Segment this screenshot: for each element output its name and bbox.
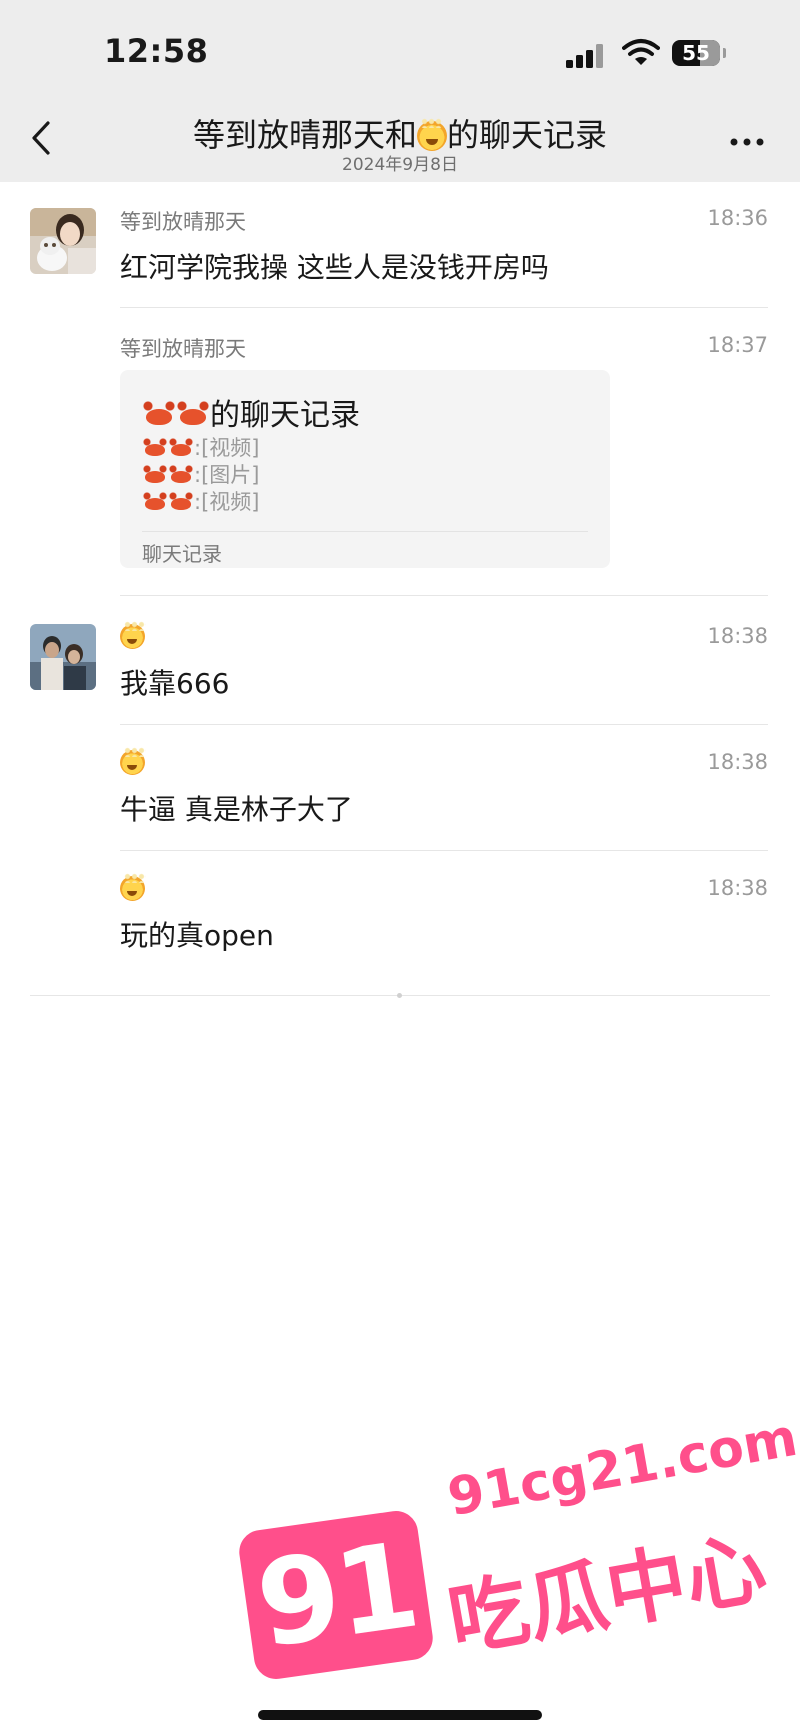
divider: [120, 850, 768, 851]
battery-level: 55: [682, 41, 710, 65]
title-suffix: 的聊天记录: [447, 116, 608, 154]
sender-name: [120, 873, 146, 901]
record-line-text: :[图片]: [194, 463, 260, 487]
divider: [120, 595, 768, 596]
record-title: 的聊天记录: [142, 390, 360, 434]
record-line: :[图片]: [142, 459, 259, 489]
watermark-name: 吃瓜中心: [441, 1520, 773, 1668]
divider: [120, 307, 768, 308]
message-time: 18:38: [707, 876, 768, 900]
message-time: 18:36: [707, 206, 768, 230]
sender-name: 等到放晴那天: [120, 337, 246, 361]
chat-record-card[interactable]: 的聊天记录 :[视频] :[图片] :[视频] 聊天记录: [120, 370, 610, 568]
watermark: 91 91cg21.com 吃瓜中心: [236, 1408, 800, 1720]
page-subtitle: 2024年9月8日: [342, 155, 458, 175]
message-time: 18:38: [707, 624, 768, 648]
wifi-icon: [622, 39, 660, 65]
record-title-text: 的聊天记录: [210, 398, 360, 433]
signal-icon: [566, 44, 610, 68]
message-time: 18:37: [707, 333, 768, 357]
exploding-head-emoji-icon: [417, 118, 447, 151]
status-time: 12:58: [104, 32, 209, 70]
crab-emoji-icon: [168, 491, 194, 512]
message-text[interactable]: 我靠666: [120, 662, 229, 702]
crab-emoji-icon: [142, 400, 176, 428]
crab-emoji-icon: [168, 464, 194, 485]
crab-emoji-icon: [176, 400, 210, 428]
message-text[interactable]: 牛逼 真是林子大了: [120, 788, 353, 828]
message-text[interactable]: 玩的真open: [120, 914, 274, 954]
record-line-text: :[视频]: [194, 490, 260, 514]
crab-emoji-icon: [142, 437, 168, 458]
crab-emoji-icon: [142, 464, 168, 485]
exploding-head-emoji-icon: [120, 747, 146, 775]
exploding-head-emoji-icon: [120, 873, 146, 901]
status-bar: 12:58 55: [0, 0, 800, 100]
crab-emoji-icon: [142, 491, 168, 512]
record-line-text: :[视频]: [194, 436, 260, 460]
chat-header: 等到放晴那天和 的聊天记录 2024年9月8日: [0, 100, 800, 182]
battery-icon: 55: [672, 40, 720, 66]
message-text[interactable]: 红河学院我操 这些人是没钱开房吗: [120, 246, 549, 286]
divider: [120, 724, 768, 725]
avatar[interactable]: [30, 624, 96, 690]
home-indicator[interactable]: [258, 1710, 542, 1720]
record-divider: [142, 531, 588, 532]
sender-name: [120, 621, 146, 649]
title-prefix: 等到放晴那天和: [192, 116, 417, 154]
message-time: 18:38: [707, 750, 768, 774]
watermark-badge: 91: [236, 1508, 436, 1682]
end-dot: [397, 993, 402, 998]
record-line: :[视频]: [142, 432, 259, 462]
record-footer: 聊天记录: [142, 542, 222, 566]
record-line: :[视频]: [142, 486, 259, 516]
sender-name: [120, 747, 146, 775]
crab-emoji-icon: [168, 437, 194, 458]
more-icon[interactable]: [730, 138, 764, 146]
exploding-head-emoji-icon: [120, 621, 146, 649]
avatar[interactable]: [30, 208, 96, 274]
sender-name: 等到放晴那天: [120, 210, 246, 234]
